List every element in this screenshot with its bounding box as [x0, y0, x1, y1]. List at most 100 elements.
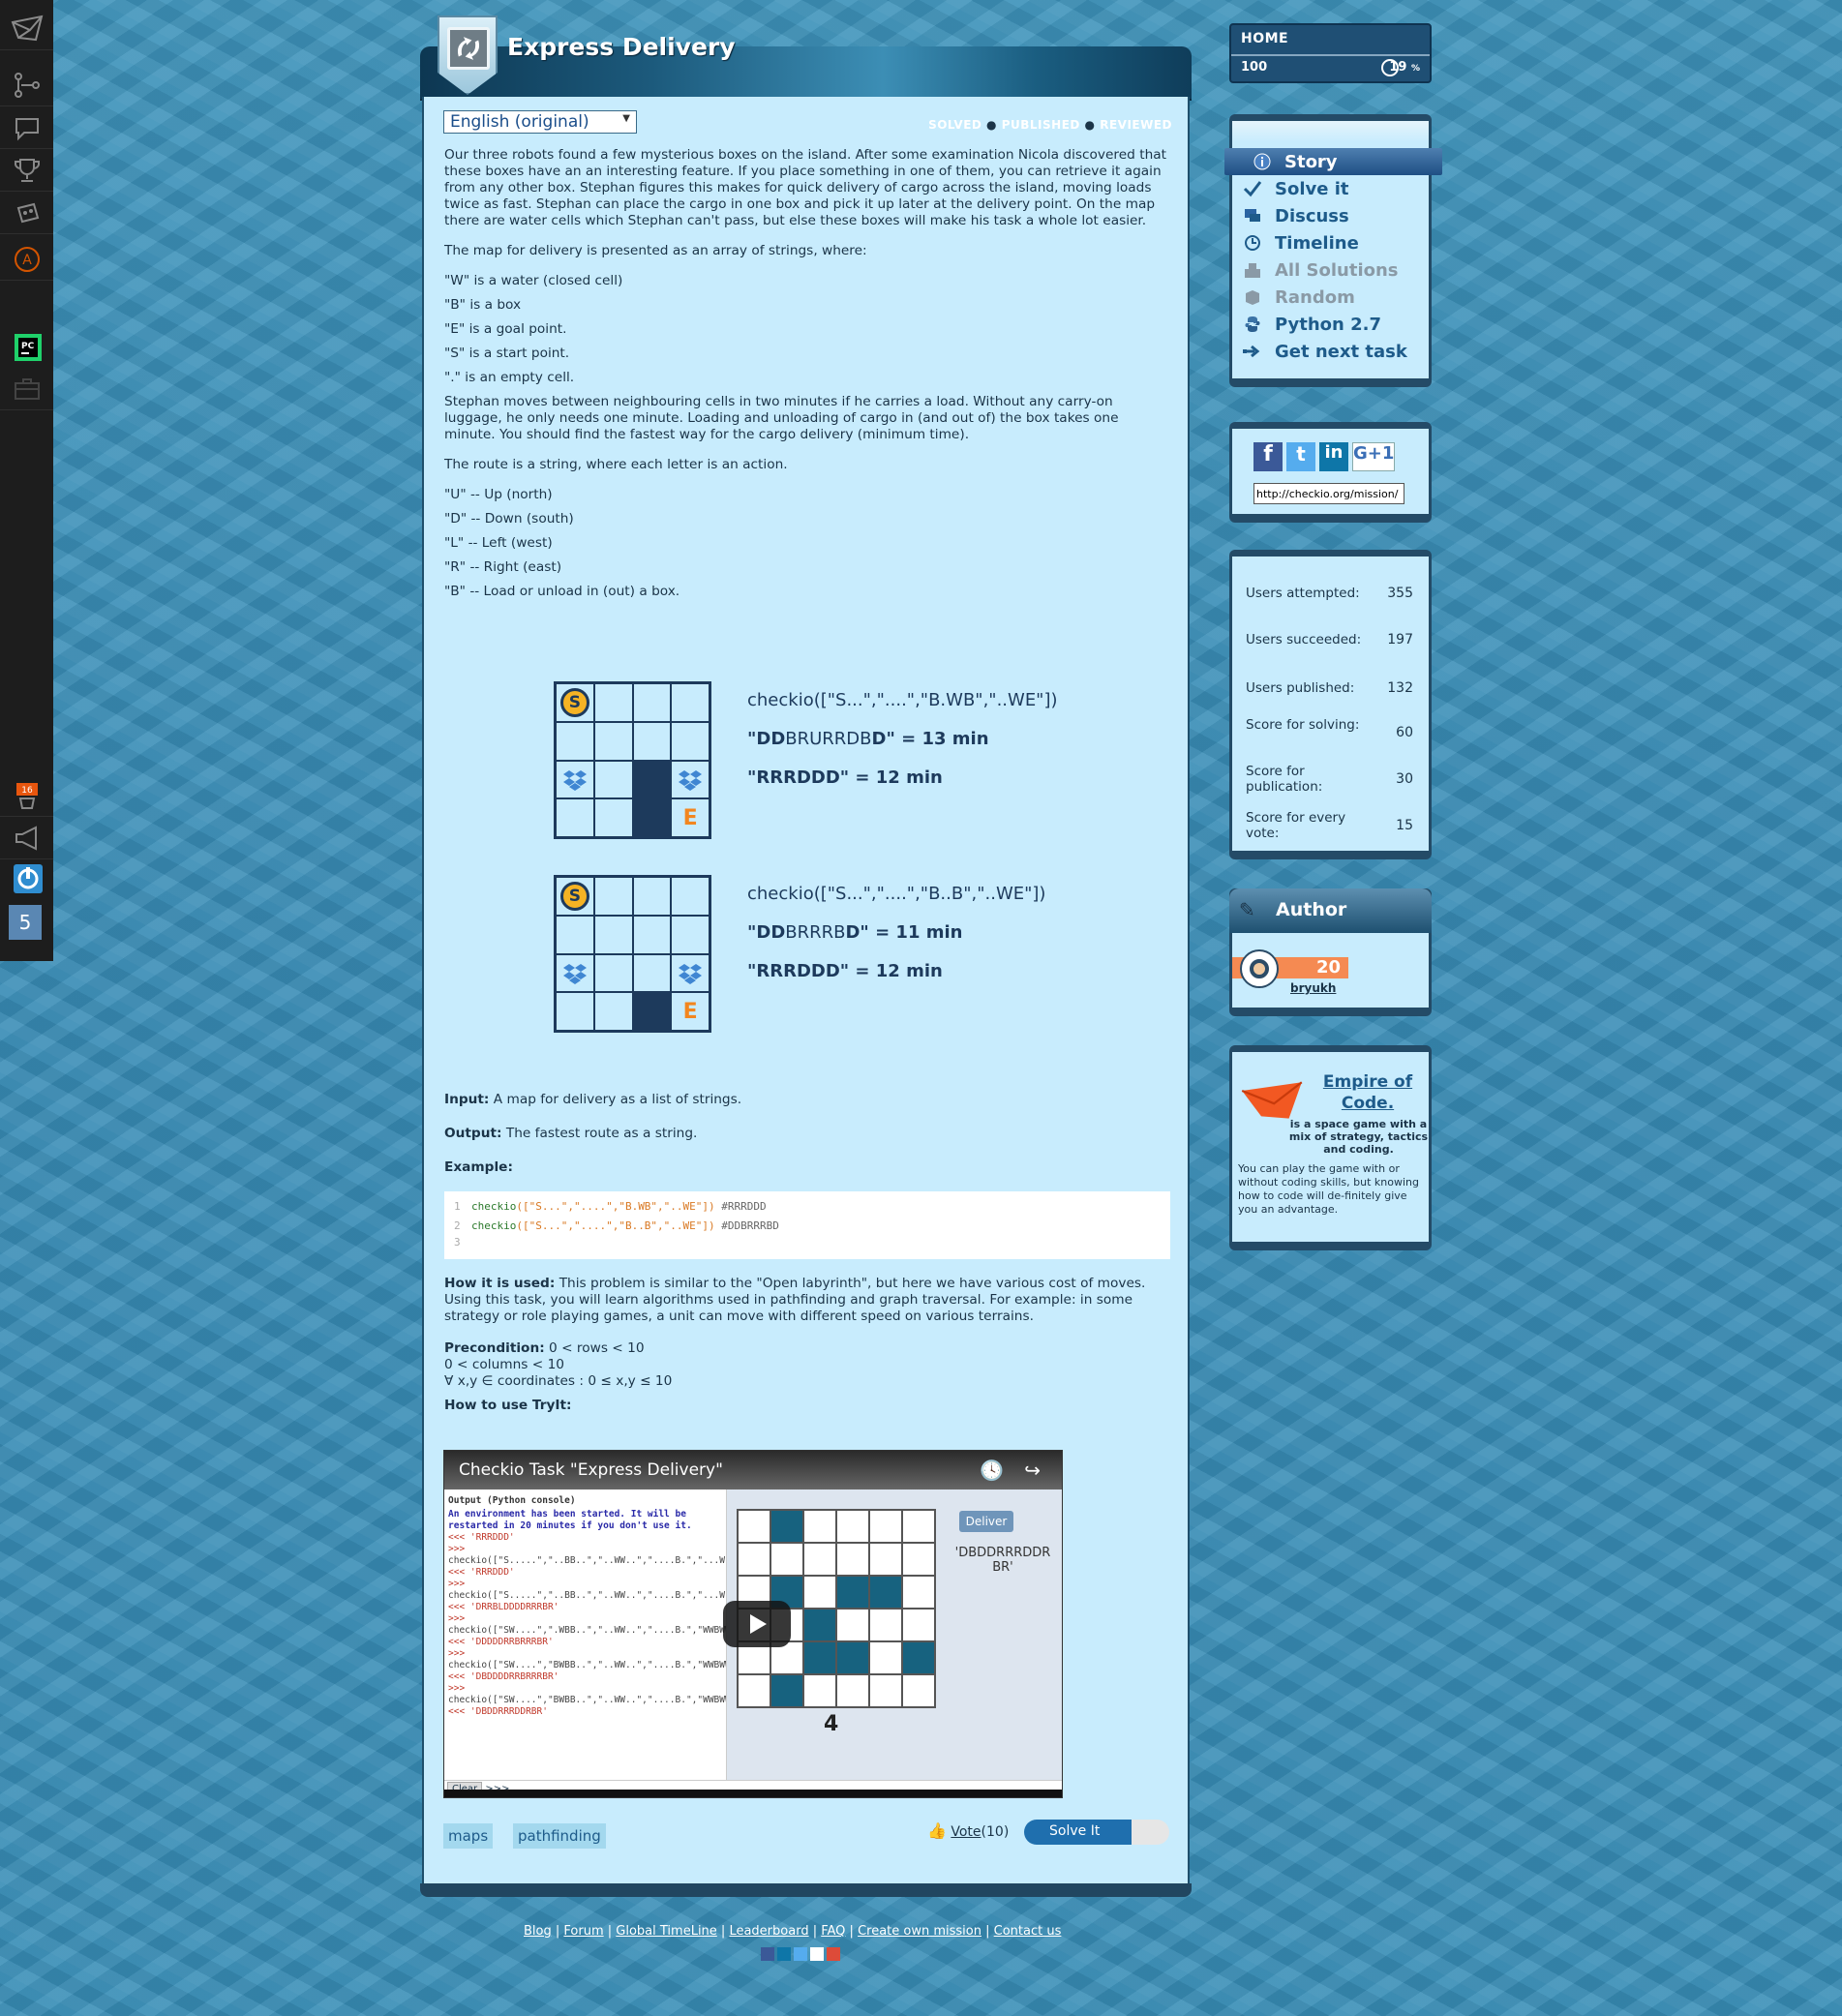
map-grid: SE [554, 875, 711, 1033]
code-args: (["S...","....","B..B","..WE"]) [516, 1219, 715, 1232]
dropbox-icon[interactable] [810, 1947, 824, 1961]
footer-link-forum[interactable]: Forum [563, 1924, 603, 1939]
tree-icon[interactable] [0, 64, 53, 106]
tag-pathfinding[interactable]: pathfinding [513, 1823, 606, 1849]
code-example[interactable]: 1 checkio(["S...","....","B.WB","..WE"]) … [444, 1191, 1170, 1259]
language-select[interactable]: English (original) ▼ [443, 110, 637, 134]
a-circle-icon[interactable]: A [0, 238, 53, 281]
menu-item-label: Random [1275, 286, 1355, 308]
example-label: Example: [444, 1159, 1170, 1176]
video-cell [803, 1641, 836, 1674]
promo-title-link[interactable]: Empire of Code. [1310, 1071, 1426, 1114]
google-plus-icon[interactable]: G+1 [1352, 442, 1395, 471]
input-text: A map for delivery as a list of strings. [493, 1092, 742, 1107]
console-line: >>> [448, 1648, 466, 1659]
share-icon[interactable]: ↪ [1024, 1459, 1041, 1482]
video-cell [803, 1674, 836, 1707]
deliver-button: Deliver [959, 1511, 1013, 1532]
dropbox-icon [562, 964, 587, 985]
twitter-icon[interactable] [794, 1947, 807, 1961]
robot-icon[interactable] [0, 192, 53, 234]
pycharm-icon[interactable]: PC [0, 327, 53, 370]
status-dot: ● [986, 118, 998, 132]
footer-link-faq[interactable]: FAQ [821, 1924, 845, 1939]
author-name-link[interactable]: bryukh [1290, 981, 1336, 995]
video-step: 4 [824, 1712, 839, 1736]
megaphone-icon[interactable] [0, 817, 53, 859]
mail-icon[interactable] [827, 1947, 840, 1961]
map-cell [593, 798, 633, 837]
route-bold: D" = 11 min [845, 922, 963, 943]
video-cell [836, 1674, 869, 1707]
input-label: Input: [444, 1092, 490, 1107]
footer-link-contact-us[interactable]: Contact us [994, 1924, 1062, 1939]
precondition-item: 0 < columns < 10 [444, 1357, 564, 1372]
figure-route-1: "DDBRURRDBD" = 13 min [747, 720, 1058, 759]
status-published: PUBLISHED [1001, 118, 1080, 132]
tag-maps[interactable]: maps [443, 1823, 494, 1849]
clock-icon[interactable]: 🕓 [980, 1459, 1004, 1482]
status-solved: SOLVED [928, 118, 982, 132]
video-player[interactable]: Output (Python console) An environment h… [443, 1450, 1063, 1798]
twitter-icon[interactable]: t [1286, 442, 1315, 471]
video-title-bar: Checkio Task "Express Delivery" 🕓 ↪ [444, 1451, 1062, 1489]
example-figure: SE checkio(["S...","....","B..B","..WE"]… [554, 875, 1134, 1068]
linkedin-icon[interactable] [777, 1947, 791, 1961]
menu-item-python-2-7[interactable]: Python 2.7 [1242, 311, 1381, 338]
console-line: >>> [448, 1579, 466, 1589]
menu-item-get-next-task[interactable]: Get next task [1242, 338, 1407, 365]
linkedin-icon[interactable]: in [1319, 442, 1348, 471]
share-url-field[interactable] [1253, 483, 1404, 504]
chat-icon[interactable] [0, 106, 53, 149]
power-icon[interactable] [0, 858, 53, 900]
video-progress-bar[interactable] [444, 1790, 1062, 1797]
tryit-label: How to use TryIt: [444, 1398, 1170, 1414]
facebook-icon[interactable]: f [1253, 442, 1283, 471]
example-label-text: Example: [444, 1159, 513, 1175]
video-cell [836, 1609, 869, 1641]
home-link[interactable]: HOME [1241, 31, 1288, 46]
stat-value: 15 [1396, 818, 1413, 833]
facebook-icon[interactable] [761, 1947, 774, 1961]
console-line: checkio(["S.....","..BB..","..WW..","...… [448, 1555, 726, 1566]
status-dot: ● [1084, 118, 1096, 132]
menu-item-random[interactable]: Random [1242, 284, 1355, 311]
route-item: "B" -- Load or unload in (out) a box. [444, 584, 680, 599]
menu-item-discuss[interactable]: Discuss [1242, 202, 1349, 229]
stat-value: 30 [1396, 771, 1413, 787]
footer-separator: | [845, 1924, 859, 1939]
footer-link-global-timeline[interactable]: Global TimeLine [616, 1924, 717, 1939]
trophy-icon[interactable] [0, 149, 53, 192]
checkio-logo-icon[interactable] [0, 8, 53, 50]
map-cell [671, 683, 710, 722]
video-cell [836, 1641, 869, 1674]
route-bold: "RRRDDD" = 12 min [747, 767, 943, 788]
counter-badge[interactable]: 5 [9, 905, 42, 940]
avatar[interactable] [1240, 949, 1279, 988]
clock-icon [1242, 233, 1263, 253]
notification-badge: 16 [21, 786, 33, 796]
menu-item-timeline[interactable]: Timeline [1242, 229, 1359, 256]
play-button[interactable] [723, 1601, 791, 1647]
menu-item-story[interactable]: Story [1224, 148, 1442, 175]
briefcase-icon[interactable] [0, 368, 53, 410]
check-icon [1242, 179, 1263, 198]
video-cell [770, 1674, 803, 1707]
footer-link-leaderboard[interactable]: Leaderboard [729, 1924, 808, 1939]
video-cell [902, 1576, 935, 1609]
menu-item-all-solutions[interactable]: All Solutions [1242, 256, 1399, 284]
menu-item-solve-it[interactable]: Solve it [1242, 175, 1348, 202]
solve-it-button[interactable]: Solve It [1024, 1820, 1169, 1845]
map-cell [593, 683, 633, 722]
figure-call: checkio(["S...","....","B.WB","..WE"]) [747, 690, 1058, 710]
code-line: 2 checkio(["S...","....","B..B","..WE"]) … [454, 1217, 1161, 1236]
promo-text: You can play the game with or without co… [1238, 1162, 1419, 1216]
footer-link-blog[interactable]: Blog [524, 1924, 552, 1939]
footer-link-create-own-mission[interactable]: Create own mission [858, 1924, 981, 1939]
notification-icon[interactable]: 16 [0, 774, 53, 817]
map-cell [632, 760, 672, 799]
author-box: ✎ Author 20 bryukh [1229, 888, 1432, 1016]
vote-link[interactable]: Vote [951, 1824, 981, 1840]
stat-value: 132 [1387, 680, 1413, 696]
how-used: How it is used: This problem is similar … [444, 1276, 1170, 1325]
